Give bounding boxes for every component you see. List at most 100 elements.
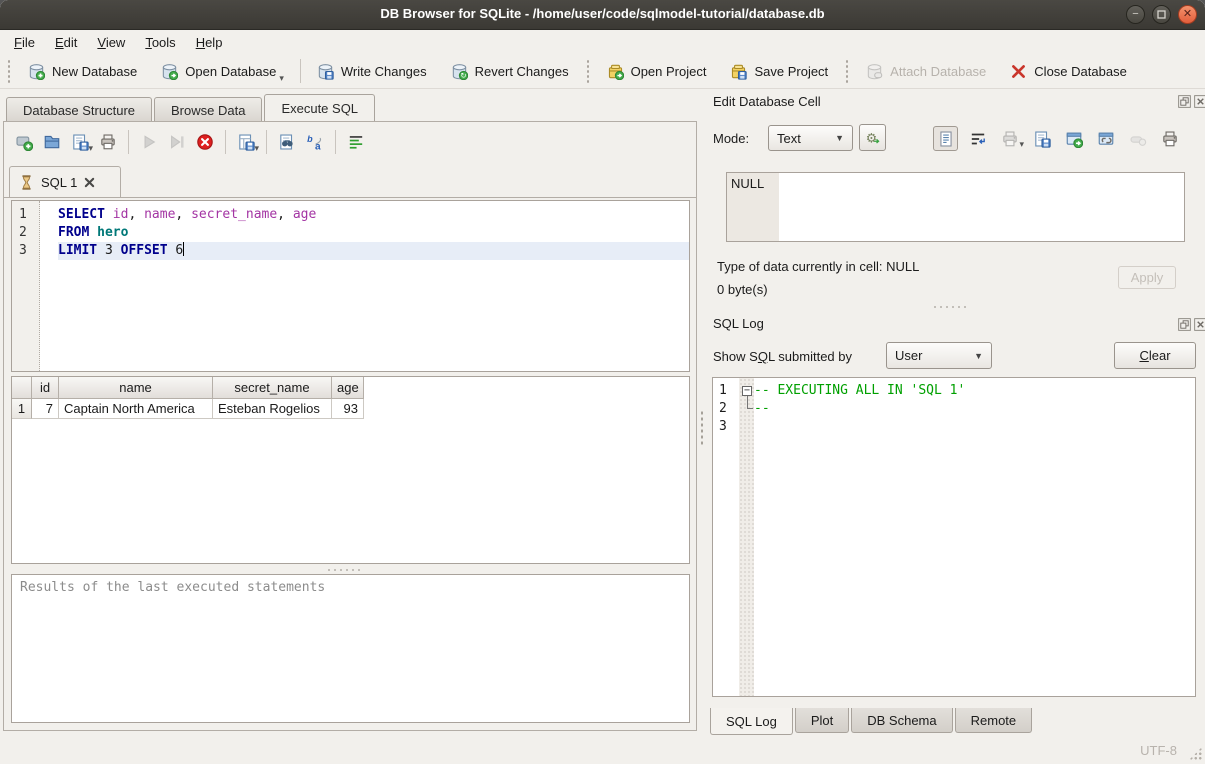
results-grid[interactable]: idnamesecret_nameage 17Captain North Amer…: [11, 376, 690, 564]
tab-execute-sql[interactable]: Execute SQL: [264, 94, 375, 122]
table-cell[interactable]: Esteban Rogelios: [213, 399, 332, 419]
menu-view[interactable]: View: [87, 32, 135, 53]
code-line[interactable]: 2FROM hero: [58, 224, 689, 242]
menu-tools[interactable]: Tools: [135, 32, 185, 53]
print-sql-button[interactable]: [96, 130, 120, 154]
revert-changes-button[interactable]: ↻Revert Changes: [439, 56, 581, 86]
line-number: 2: [12, 224, 40, 242]
execute-all-button: [137, 130, 161, 154]
tab-database-structure[interactable]: Database Structure: [6, 97, 152, 122]
vertical-splitter[interactable]: [700, 410, 704, 446]
stop-button[interactable]: [193, 130, 217, 154]
sql-log-view[interactable]: 1−-- EXECUTING ALL IN 'SQL 1'2--3: [712, 377, 1196, 697]
code-token: secret_name: [191, 207, 277, 222]
new-database-button[interactable]: New Database: [16, 56, 149, 86]
save-results-button[interactable]: ▾: [234, 130, 258, 154]
close-tab-icon[interactable]: [83, 176, 96, 189]
dropdown-caret-icon[interactable]: ▾: [279, 73, 284, 84]
text-mode-icon: [937, 130, 955, 148]
dock-splitter-handle[interactable]: [932, 305, 968, 309]
toolbar-separator: [300, 59, 301, 83]
toolbar-grip[interactable]: [7, 59, 11, 83]
new-tab-icon: [15, 133, 33, 151]
close-button[interactable]: ✕: [1178, 5, 1197, 24]
resize-grip[interactable]: [1189, 747, 1202, 760]
code-line[interactable]: 1SELECT id, name, secret_name, age: [58, 206, 689, 224]
splitter-handle[interactable]: [326, 568, 362, 572]
format-button[interactable]: [344, 130, 368, 154]
log-text: --: [754, 400, 770, 418]
dropdown-caret-icon[interactable]: ▾: [88, 143, 93, 154]
toolbar-separator: [128, 130, 129, 154]
dropdown-caret-icon[interactable]: ▾: [1019, 139, 1024, 150]
column-header-secret_name[interactable]: secret_name: [213, 377, 332, 399]
set-null-button: [1125, 126, 1150, 151]
float-dock-icon[interactable]: [1178, 95, 1191, 108]
execute-line-icon: [168, 133, 186, 151]
table-cell[interactable]: 7: [32, 399, 59, 419]
code-line[interactable]: 3LIMIT 3 OFFSET 6: [58, 242, 689, 260]
toolbar-grip[interactable]: [586, 59, 590, 83]
mode-select[interactable]: Text ▼: [768, 125, 853, 151]
float-dock-icon[interactable]: [1178, 318, 1191, 331]
dock-tab-remote[interactable]: Remote: [955, 708, 1033, 733]
table-cell[interactable]: 93: [332, 399, 364, 419]
code-token: id: [113, 207, 129, 222]
mode-label: Mode:: [713, 131, 749, 146]
word-wrap-button[interactable]: [965, 126, 990, 151]
menu-help[interactable]: Help: [186, 32, 233, 53]
close-database-button[interactable]: Close Database: [998, 56, 1139, 86]
app-window: DB Browser for SQLite - /home/user/code/…: [0, 0, 1205, 764]
clear-button[interactable]: Clear: [1114, 342, 1196, 369]
open-sql-button[interactable]: [40, 130, 64, 154]
toolbar-grip[interactable]: [845, 59, 849, 83]
code-token: hero: [97, 225, 128, 240]
log-line: 3: [713, 418, 1195, 436]
sql-document-tab[interactable]: SQL 1: [9, 166, 121, 198]
menu-file[interactable]: File: [4, 32, 45, 53]
dock-tab-db-schema[interactable]: DB Schema: [851, 708, 952, 733]
replace-button[interactable]: ba: [303, 130, 327, 154]
apply-button[interactable]: Apply: [1118, 266, 1176, 289]
set-null-icon: [1129, 130, 1147, 148]
code-token: 6: [168, 243, 184, 258]
stop-icon: [196, 133, 214, 151]
write-changes-button[interactable]: Write Changes: [305, 56, 439, 86]
column-header-name[interactable]: name: [59, 377, 213, 399]
sql-code-editor[interactable]: 1SELECT id, name, secret_name, age2FROM …: [11, 200, 690, 372]
submitter-select[interactable]: User ▼: [886, 342, 992, 369]
dock-tab-sql-log[interactable]: SQL Log: [710, 708, 793, 735]
save-sql-button[interactable]: ▾: [68, 130, 92, 154]
execution-messages-pane[interactable]: Results of the last executed statements: [11, 574, 690, 723]
text-mode-button[interactable]: [933, 126, 958, 151]
open-database-button[interactable]: Open Database▾: [149, 56, 296, 86]
minimize-button[interactable]: −: [1126, 5, 1145, 24]
tab-browse-data[interactable]: Browse Data: [154, 97, 262, 122]
open-project-button[interactable]: Open Project: [595, 56, 719, 86]
execute-line-button: [165, 130, 189, 154]
menu-edit[interactable]: Edit: [45, 32, 87, 53]
row-header-cell[interactable]: 1: [12, 399, 32, 419]
export-data-button[interactable]: [1061, 126, 1086, 151]
save-data-button[interactable]: [1029, 126, 1054, 151]
execute-all-icon: [140, 133, 158, 151]
dock-tab-plot[interactable]: Plot: [795, 708, 849, 733]
apply-data-button[interactable]: ⚙: [859, 124, 886, 151]
sql-log-dock-buttons: [1178, 318, 1205, 331]
link-data-button[interactable]: [1093, 126, 1118, 151]
close-dock-icon[interactable]: [1194, 95, 1205, 108]
fold-marker-icon[interactable]: −: [742, 386, 752, 396]
new-tab-button[interactable]: [12, 130, 36, 154]
column-header-age[interactable]: age: [332, 377, 364, 399]
cell-value-editor[interactable]: NULL: [726, 172, 1185, 242]
svg-text:⚙: ⚙: [866, 130, 877, 145]
close-dock-icon[interactable]: [1194, 318, 1205, 331]
find-button[interactable]: [275, 130, 299, 154]
column-header-id[interactable]: id: [32, 377, 59, 399]
corner-header-cell[interactable]: [12, 377, 32, 399]
save-project-button[interactable]: Save Project: [718, 56, 840, 86]
print-cell-button[interactable]: [1157, 126, 1182, 151]
dropdown-caret-icon[interactable]: ▾: [254, 143, 259, 154]
maximize-button[interactable]: [1152, 5, 1171, 24]
table-cell[interactable]: Captain North America: [59, 399, 213, 419]
